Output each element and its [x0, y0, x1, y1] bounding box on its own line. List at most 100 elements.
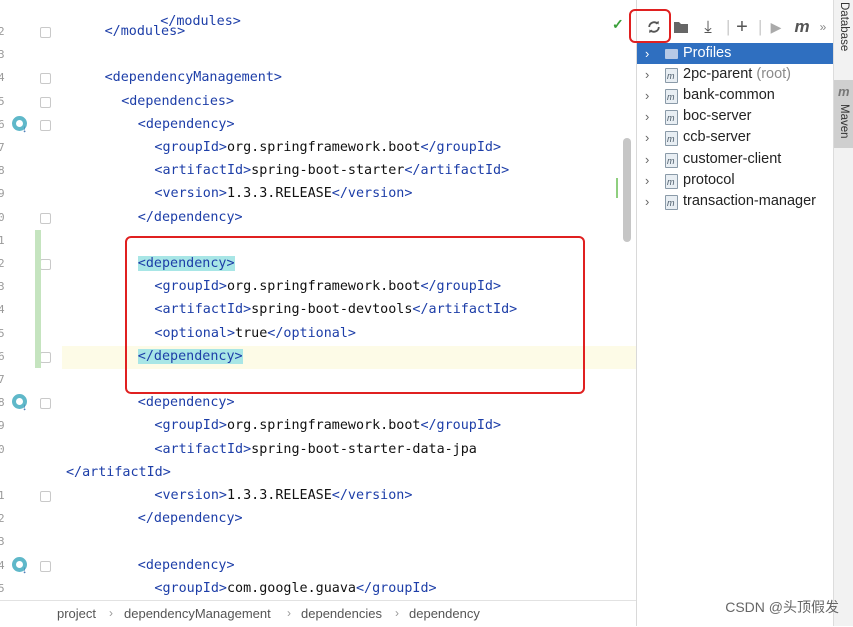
- chevron-right-icon[interactable]: ›: [645, 149, 649, 170]
- fold-marker[interactable]: [40, 491, 51, 502]
- code-line[interactable]: <dependency>: [138, 113, 235, 136]
- code-line[interactable]: <version>1.3.3.RELEASE</version>: [154, 484, 412, 507]
- maven-dependency-gutter-icon[interactable]: ↓: [12, 556, 28, 575]
- maven-module-node[interactable]: › 2pc-parent (root): [637, 64, 834, 87]
- maven-m-icon[interactable]: m: [792, 12, 812, 42]
- code-line[interactable]: <dependency>: [138, 391, 235, 414]
- line-number: 4: [0, 303, 5, 317]
- maven-profiles-node[interactable]: › Profiles: [637, 43, 834, 64]
- fold-marker[interactable]: [40, 119, 51, 131]
- maven-tab[interactable]: m Maven: [834, 80, 853, 148]
- code-line[interactable]: </modules>: [105, 20, 186, 43]
- code-line[interactable]: <groupId>org.springframework.boot</group…: [154, 136, 501, 159]
- xml-tag: <artifactId>: [154, 441, 252, 457]
- maven-dependency-gutter-icon[interactable]: ↓: [12, 394, 28, 413]
- profiles-icon: [665, 47, 678, 60]
- xml-tag: </groupId>: [420, 140, 502, 155]
- maven-tab-icon: m: [838, 84, 850, 99]
- annotation-highlight-box: [125, 236, 585, 394]
- maven-module-node[interactable]: › protocol: [637, 170, 834, 193]
- more-icon[interactable]: »: [816, 12, 830, 42]
- code-line[interactable]: <groupId>com.google.guava</groupId>: [154, 577, 436, 600]
- line-number: 6: [0, 349, 5, 363]
- code-line[interactable]: <artifactId>spring-boot-starter-data-jpa: [154, 438, 476, 461]
- code-line[interactable]: <dependency>: [138, 554, 235, 577]
- tree-node-text: 2pc-parent: [683, 66, 753, 83]
- chevron-right-icon[interactable]: ›: [645, 43, 649, 64]
- chevron-right-icon[interactable]: ›: [645, 170, 649, 191]
- breadcrumb-separator-icon: ›: [109, 606, 113, 620]
- inspection-ok-icon[interactable]: ✓: [612, 16, 624, 33]
- scroll-change-marker: [616, 178, 618, 198]
- xml-tag: </artifactId>: [404, 163, 510, 179]
- chevron-right-icon[interactable]: ›: [645, 106, 649, 127]
- code-text: 1.3.3.RELEASE: [226, 488, 332, 503]
- download-icon[interactable]: ⤓: [698, 12, 718, 42]
- maven-module-icon: [665, 108, 678, 129]
- tree-node-text: boc-server: [683, 108, 752, 125]
- code-line[interactable]: <version>1.3.3.RELEASE</version>: [154, 182, 412, 205]
- line-number: 5: [0, 326, 5, 340]
- maven-dependency-gutter-icon[interactable]: ↓: [12, 115, 28, 134]
- fold-marker[interactable]: [40, 27, 51, 38]
- breadcrumb-item[interactable]: dependencies: [301, 606, 382, 621]
- xml-tag: </modules>: [104, 24, 186, 39]
- database-tab-label: Database: [838, 2, 850, 52]
- code-text: spring-boot-starter: [251, 163, 405, 179]
- run-icon[interactable]: ▶: [767, 12, 785, 42]
- tree-node-label: bank-common: [683, 85, 775, 106]
- maven-module-node[interactable]: › bank-common: [637, 85, 834, 108]
- add-icon[interactable]: +: [733, 12, 751, 42]
- xml-tag: <dependency>: [137, 116, 235, 132]
- editor-scrollbar[interactable]: [623, 138, 631, 242]
- code-editor[interactable]: 2 3 4 5 6 7 8 9 0 1 2 3 4 5 6 7 8 9 0 1 2 3 4 5 ↓ ↓ ↓ </modules> <…: [0, 0, 636, 600]
- line-number: 9: [0, 419, 5, 433]
- tree-node-text: bank-common: [683, 87, 775, 104]
- fold-marker[interactable]: [40, 212, 51, 224]
- fold-marker[interactable]: [40, 96, 51, 108]
- breadcrumb-separator-icon: ›: [287, 606, 291, 620]
- fold-marker[interactable]: [40, 398, 51, 410]
- fold-marker[interactable]: [40, 351, 51, 363]
- line-number: 5: [0, 581, 5, 595]
- maven-module-icon: [665, 151, 678, 172]
- breadcrumb-separator-icon: ›: [395, 606, 399, 620]
- folder-reimport-icon[interactable]: [672, 12, 690, 42]
- toolbar-separator: |: [726, 17, 731, 36]
- watermark-text: CSDN @头顶假发: [725, 599, 839, 615]
- xml-tag: <groupId>: [154, 140, 227, 155]
- line-number: 0: [0, 210, 5, 224]
- code-line[interactable]: <artifactId>spring-boot-starter</artifac…: [154, 159, 509, 182]
- fold-marker[interactable]: [40, 560, 51, 572]
- database-tab[interactable]: Database: [836, 2, 852, 51]
- maven-module-node[interactable]: › transaction-manager: [637, 191, 834, 214]
- fold-marker[interactable]: [40, 259, 51, 270]
- breadcrumb-item[interactable]: dependencyManagement: [124, 606, 271, 621]
- code-line[interactable]: </artifactId>: [66, 461, 171, 484]
- chevron-right-icon[interactable]: ›: [645, 127, 649, 148]
- chevron-right-icon[interactable]: ›: [645, 64, 649, 85]
- maven-module-node[interactable]: › customer-client: [637, 149, 834, 172]
- line-number: 3: [0, 280, 5, 294]
- chevron-right-icon[interactable]: ›: [645, 191, 649, 212]
- tree-node-label: boc-server: [683, 106, 752, 127]
- breadcrumb-item[interactable]: dependency: [409, 606, 480, 621]
- tree-node-label: protocol: [683, 170, 735, 191]
- toolbar-separator: |: [758, 17, 763, 36]
- maven-module-node[interactable]: › ccb-server: [637, 127, 834, 150]
- breadcrumb: project › dependencyManagement › dependencie…: [0, 600, 636, 627]
- line-number: 3: [0, 535, 5, 549]
- code-line[interactable]: <groupId>org.springframework.boot</group…: [154, 414, 501, 437]
- code-line[interactable]: <dependencies>: [121, 90, 234, 113]
- code-line[interactable]: </dependency>: [138, 507, 243, 530]
- fold-marker[interactable]: [40, 73, 51, 85]
- refresh-annotation-box: [629, 9, 671, 43]
- xml-tag: </version>: [331, 186, 413, 202]
- breadcrumb-item[interactable]: project: [57, 606, 96, 621]
- code-line[interactable]: </dependency>: [138, 206, 243, 229]
- code-line[interactable]: <dependencyManagement>: [105, 66, 282, 89]
- maven-panel: ⤓ | + | ▶ m » › Profiles › 2pc-parent (root…: [629, 0, 834, 626]
- maven-module-node[interactable]: › boc-server: [637, 106, 834, 129]
- chevron-right-icon[interactable]: ›: [645, 85, 649, 106]
- line-number: 4: [0, 558, 5, 572]
